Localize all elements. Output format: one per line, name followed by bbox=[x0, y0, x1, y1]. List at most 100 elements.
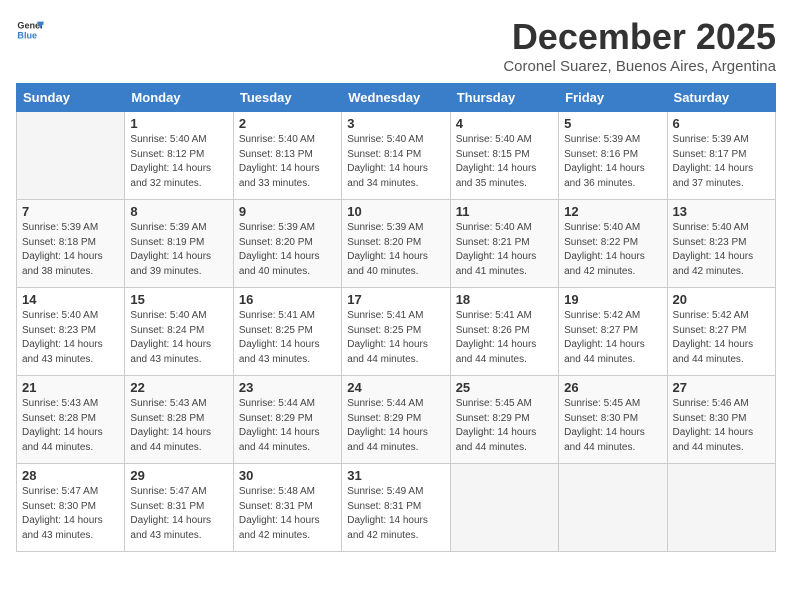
day-number: 11 bbox=[456, 204, 553, 219]
day-number: 23 bbox=[239, 380, 336, 395]
day-info: Sunrise: 5:42 AM Sunset: 8:27 PM Dayligh… bbox=[564, 309, 661, 367]
calendar-cell: 31 Sunrise: 5:49 AM Sunset: 8:31 PM Dayli… bbox=[342, 464, 450, 552]
day-info: Sunrise: 5:39 AM Sunset: 8:17 PM Dayligh… bbox=[673, 133, 770, 191]
day-number: 27 bbox=[673, 380, 770, 395]
day-info: Sunrise: 5:40 AM Sunset: 8:23 PM Dayligh… bbox=[673, 221, 770, 279]
day-number: 30 bbox=[239, 468, 336, 483]
calendar-cell: 10Sunrise: 5:39 AM Sunset: 8:20 PM Dayli… bbox=[342, 200, 450, 288]
calendar-cell: 26Sunrise: 5:45 AM Sunset: 8:30 PM Dayli… bbox=[559, 376, 667, 464]
calendar-cell: 29 Sunrise: 5:47 AM Sunset: 8:31 PM Dayli… bbox=[125, 464, 233, 552]
calendar-week-row: 1 Sunrise: 5:40 AM Sunset: 8:12 PM Daylig… bbox=[17, 112, 776, 200]
day-number: 18 bbox=[456, 292, 553, 307]
day-number: 13 bbox=[673, 204, 770, 219]
header: General Blue December 2025 Coronel Suare… bbox=[16, 16, 776, 75]
day-number: 10 bbox=[347, 204, 444, 219]
day-number: 15 bbox=[130, 292, 227, 307]
calendar-week-row: 21 Sunrise: 5:43 AM Sunset: 8:28 PM Dayli… bbox=[17, 376, 776, 464]
calendar-cell bbox=[450, 464, 558, 552]
calendar-cell bbox=[17, 112, 125, 200]
calendar-cell bbox=[559, 464, 667, 552]
calendar-cell: 30 Sunrise: 5:48 AM Sunset: 8:31 PM Dayli… bbox=[233, 464, 341, 552]
day-number: 20 bbox=[673, 292, 770, 307]
day-number: 21 bbox=[22, 380, 119, 395]
day-info: Sunrise: 5:39 AM Sunset: 8:19 PM Dayligh… bbox=[130, 221, 227, 279]
day-number: 12 bbox=[564, 204, 661, 219]
day-number: 2 bbox=[239, 116, 336, 131]
day-info: Sunrise: 5:45 AM Sunset: 8:29 PM Dayligh… bbox=[456, 397, 553, 455]
logo: General Blue bbox=[16, 16, 44, 44]
day-info: Sunrise: 5:40 AM Sunset: 8:13 PM Dayligh… bbox=[239, 133, 336, 191]
calendar-cell: 8 Sunrise: 5:39 AM Sunset: 8:19 PM Daylig… bbox=[125, 200, 233, 288]
day-number: 8 bbox=[130, 204, 227, 219]
day-number: 28 bbox=[22, 468, 119, 483]
weekday-header-sunday: Sunday bbox=[17, 84, 125, 112]
weekday-header-tuesday: Tuesday bbox=[233, 84, 341, 112]
day-info: Sunrise: 5:44 AM Sunset: 8:29 PM Dayligh… bbox=[347, 397, 444, 455]
day-info: Sunrise: 5:40 AM Sunset: 8:23 PM Dayligh… bbox=[22, 309, 119, 367]
weekday-header-thursday: Thursday bbox=[450, 84, 558, 112]
day-number: 5 bbox=[564, 116, 661, 131]
day-info: Sunrise: 5:40 AM Sunset: 8:15 PM Dayligh… bbox=[456, 133, 553, 191]
day-number: 3 bbox=[347, 116, 444, 131]
calendar-cell: 21 Sunrise: 5:43 AM Sunset: 8:28 PM Dayli… bbox=[17, 376, 125, 464]
day-info: Sunrise: 5:40 AM Sunset: 8:12 PM Dayligh… bbox=[130, 133, 227, 191]
day-number: 9 bbox=[239, 204, 336, 219]
calendar-cell: 25 Sunrise: 5:45 AM Sunset: 8:29 PM Dayli… bbox=[450, 376, 558, 464]
day-number: 6 bbox=[673, 116, 770, 131]
day-info: Sunrise: 5:43 AM Sunset: 8:28 PM Dayligh… bbox=[130, 397, 227, 455]
calendar-cell: 7 Sunrise: 5:39 AM Sunset: 8:18 PM Daylig… bbox=[17, 200, 125, 288]
calendar-cell: 4 Sunrise: 5:40 AM Sunset: 8:15 PM Daylig… bbox=[450, 112, 558, 200]
calendar-cell bbox=[667, 464, 775, 552]
day-number: 14 bbox=[22, 292, 119, 307]
title-area: December 2025 Coronel Suarez, Buenos Air… bbox=[503, 16, 776, 75]
day-info: Sunrise: 5:48 AM Sunset: 8:31 PM Dayligh… bbox=[239, 485, 336, 543]
day-info: Sunrise: 5:47 AM Sunset: 8:30 PM Dayligh… bbox=[22, 485, 119, 543]
day-info: Sunrise: 5:44 AM Sunset: 8:29 PM Dayligh… bbox=[239, 397, 336, 455]
day-number: 17 bbox=[347, 292, 444, 307]
day-info: Sunrise: 5:39 AM Sunset: 8:16 PM Dayligh… bbox=[564, 133, 661, 191]
calendar-cell: 11Sunrise: 5:40 AM Sunset: 8:21 PM Dayli… bbox=[450, 200, 558, 288]
day-number: 4 bbox=[456, 116, 553, 131]
calendar-table: SundayMondayTuesdayWednesdayThursdayFrid… bbox=[16, 83, 776, 552]
day-info: Sunrise: 5:49 AM Sunset: 8:31 PM Dayligh… bbox=[347, 485, 444, 543]
weekday-header-saturday: Saturday bbox=[667, 84, 775, 112]
calendar-cell: 5 Sunrise: 5:39 AM Sunset: 8:16 PM Daylig… bbox=[559, 112, 667, 200]
calendar-cell: 9 Sunrise: 5:39 AM Sunset: 8:20 PM Daylig… bbox=[233, 200, 341, 288]
calendar-week-row: 7 Sunrise: 5:39 AM Sunset: 8:18 PM Daylig… bbox=[17, 200, 776, 288]
day-number: 31 bbox=[347, 468, 444, 483]
day-info: Sunrise: 5:43 AM Sunset: 8:28 PM Dayligh… bbox=[22, 397, 119, 455]
calendar-cell: 23 Sunrise: 5:44 AM Sunset: 8:29 PM Dayli… bbox=[233, 376, 341, 464]
calendar-cell: 6 Sunrise: 5:39 AM Sunset: 8:17 PM Daylig… bbox=[667, 112, 775, 200]
day-number: 19 bbox=[564, 292, 661, 307]
weekday-header-monday: Monday bbox=[125, 84, 233, 112]
day-info: Sunrise: 5:39 AM Sunset: 8:18 PM Dayligh… bbox=[22, 221, 119, 279]
calendar-week-row: 28 Sunrise: 5:47 AM Sunset: 8:30 PM Dayli… bbox=[17, 464, 776, 552]
day-info: Sunrise: 5:40 AM Sunset: 8:22 PM Dayligh… bbox=[564, 221, 661, 279]
calendar-cell: 24 Sunrise: 5:44 AM Sunset: 8:29 PM Dayli… bbox=[342, 376, 450, 464]
day-info: Sunrise: 5:41 AM Sunset: 8:26 PM Dayligh… bbox=[456, 309, 553, 367]
weekday-header-friday: Friday bbox=[559, 84, 667, 112]
day-info: Sunrise: 5:40 AM Sunset: 8:24 PM Dayligh… bbox=[130, 309, 227, 367]
calendar-week-row: 14 Sunrise: 5:40 AM Sunset: 8:23 PM Dayli… bbox=[17, 288, 776, 376]
calendar-cell: 19 Sunrise: 5:42 AM Sunset: 8:27 PM Dayli… bbox=[559, 288, 667, 376]
day-info: Sunrise: 5:39 AM Sunset: 8:20 PM Dayligh… bbox=[239, 221, 336, 279]
day-number: 22 bbox=[130, 380, 227, 395]
day-info: Sunrise: 5:41 AM Sunset: 8:25 PM Dayligh… bbox=[347, 309, 444, 367]
calendar-cell: 15 Sunrise: 5:40 AM Sunset: 8:24 PM Dayli… bbox=[125, 288, 233, 376]
day-number: 7 bbox=[22, 204, 119, 219]
day-info: Sunrise: 5:45 AM Sunset: 8:30 PM Dayligh… bbox=[564, 397, 661, 455]
calendar-cell: 17 Sunrise: 5:41 AM Sunset: 8:25 PM Dayli… bbox=[342, 288, 450, 376]
calendar-cell: 14 Sunrise: 5:40 AM Sunset: 8:23 PM Dayli… bbox=[17, 288, 125, 376]
calendar-cell: 20Sunrise: 5:42 AM Sunset: 8:27 PM Dayli… bbox=[667, 288, 775, 376]
day-number: 24 bbox=[347, 380, 444, 395]
day-number: 25 bbox=[456, 380, 553, 395]
calendar-cell: 16Sunrise: 5:41 AM Sunset: 8:25 PM Dayli… bbox=[233, 288, 341, 376]
calendar-cell: 12 Sunrise: 5:40 AM Sunset: 8:22 PM Dayli… bbox=[559, 200, 667, 288]
month-title: December 2025 bbox=[503, 16, 776, 58]
day-info: Sunrise: 5:47 AM Sunset: 8:31 PM Dayligh… bbox=[130, 485, 227, 543]
day-number: 16 bbox=[239, 292, 336, 307]
day-number: 29 bbox=[130, 468, 227, 483]
calendar-cell: 3Sunrise: 5:40 AM Sunset: 8:14 PM Daylig… bbox=[342, 112, 450, 200]
calendar-cell: 2 Sunrise: 5:40 AM Sunset: 8:13 PM Daylig… bbox=[233, 112, 341, 200]
day-number: 1 bbox=[130, 116, 227, 131]
